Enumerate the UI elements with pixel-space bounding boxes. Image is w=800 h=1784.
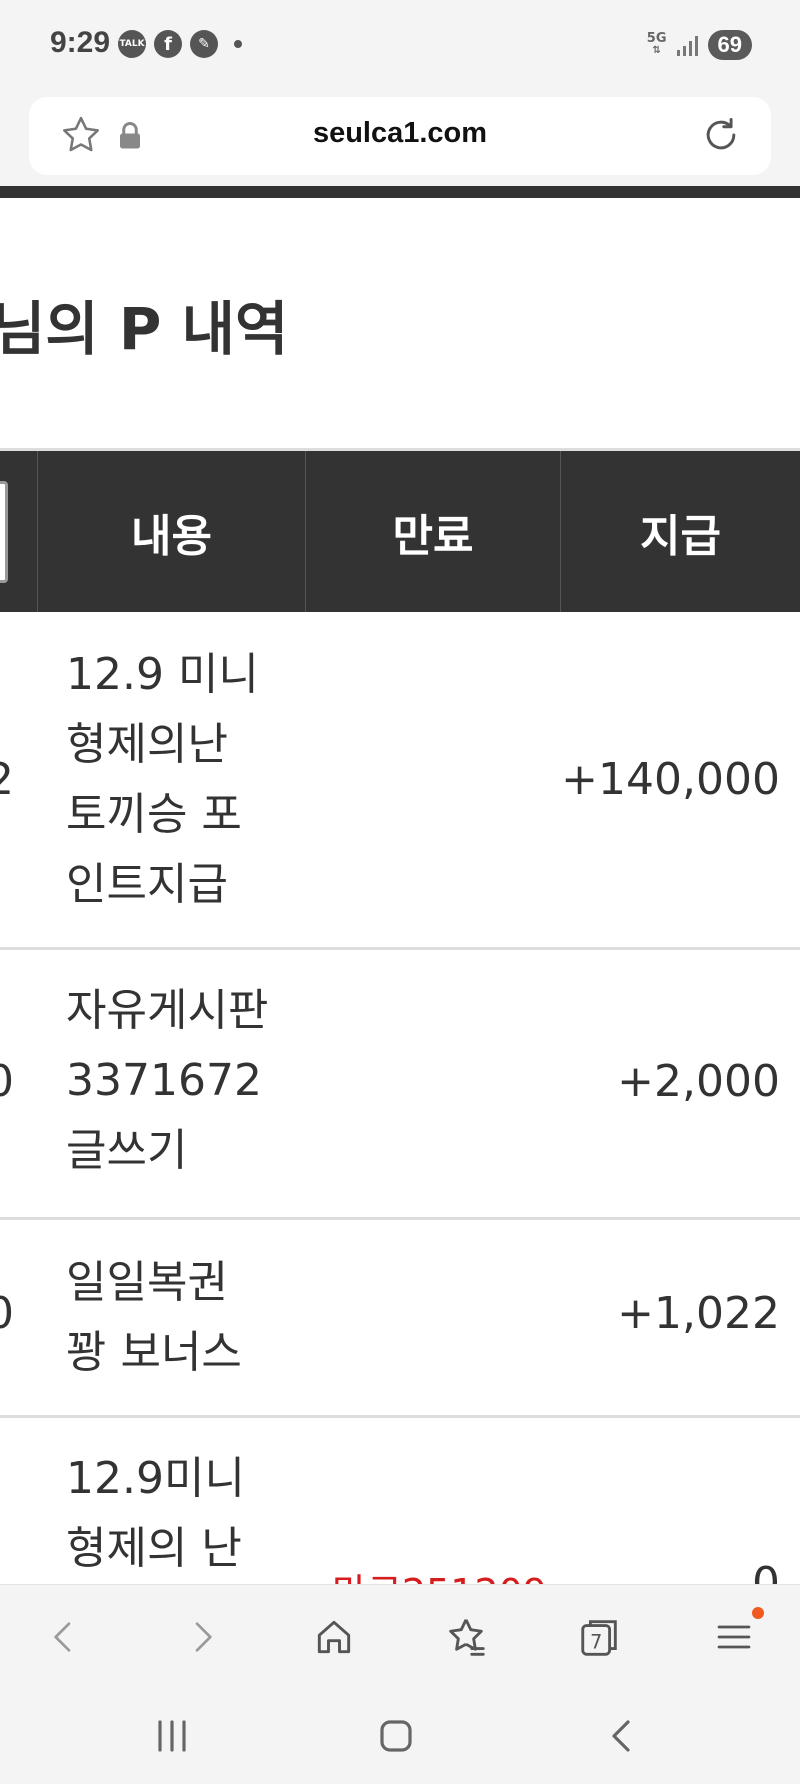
status-right: 5G ⇅ 69 [647,30,752,60]
status-bar: 9:29 TALK f ✎ 5G ⇅ 69 [0,0,800,92]
notification-icons: TALK f ✎ [118,30,242,58]
feather-icon: ✎ [190,30,218,58]
bookmarks-button[interactable] [440,1611,492,1663]
page-top-bar [0,186,800,198]
status-time: 9:29 [50,26,111,59]
more-notifications-dot [234,40,242,48]
row-content: 자유게시판 3371672 글쓰기 [66,985,269,1176]
tab-count: 7 [590,1631,602,1654]
address-bar[interactable]: seulca1.com [29,97,771,175]
system-navigation [0,1688,800,1784]
chevron-right-icon [195,1622,212,1652]
row-amount: +2,000 [617,1056,780,1107]
row-left-partial: 0 [0,1056,14,1107]
table-header: 내용 만료 지급 [0,448,800,612]
system-back-icon[interactable] [598,1712,646,1760]
reload-icon[interactable] [699,113,743,157]
bookmarks-star-icon [449,1619,485,1656]
url-text[interactable]: seulca1.com [29,117,771,150]
recent-apps-icon[interactable] [148,1712,196,1760]
row-expire: 만료251209 [332,1562,547,1584]
facebook-icon: f [154,30,182,58]
row-amount: +140,000 [561,754,780,805]
row-amount: +1,022 [617,1288,780,1339]
menu-icon [717,1625,751,1649]
row-amount: 0 [752,1558,780,1584]
tabs-button[interactable]: 7 [574,1611,626,1663]
forward-button[interactable] [176,1611,228,1663]
table-row: 0 자유게시판 3371672 글쓰기 +2,000 [0,950,800,1220]
home-button[interactable] [308,1611,360,1663]
home-icon [317,1620,351,1654]
browser-toolbar: 7 [0,1584,800,1688]
row-content: 일일복권 꽝 보너스 [66,1257,242,1378]
chevron-left-icon [54,1622,71,1652]
tabs-icon: 7 [581,1620,617,1656]
web-page: 님의 P 내역 내용 만료 지급 2 12.9 미니 형제의난 토끼승 포 인트… [0,186,800,1584]
table-row: 0 일일복권 꽝 보너스 +1,022 [0,1220,800,1418]
table-row: 2 12.9 미니 형제의난 토끼승 포 인트지급 +140,000 [0,612,800,950]
row-content: 12.9 미니 형제의난 토끼승 포 인트지급 [66,649,259,910]
column-header-amount: 지급 [560,451,800,612]
column-header-expire: 만료 [305,451,560,612]
column-header-content: 내용 [37,451,305,612]
notification-badge [752,1607,764,1619]
battery-indicator: 69 [707,30,752,60]
menu-button[interactable] [708,1607,764,1663]
header-checkbox[interactable] [0,481,8,583]
back-button[interactable] [38,1611,90,1663]
row-left-partial: 2 [0,754,14,805]
row-left-partial: 0 [0,1288,14,1339]
talk-icon: TALK [118,30,146,58]
row-content: 12.9미니 형제의 난 [66,1453,245,1574]
table-row: 12.9미니 형제의 난 만료251209 0 [0,1418,800,1584]
signal-icon [676,34,698,56]
page-title: 님의 P 내역 [0,295,289,363]
network-5g-icon: 5G ⇅ [646,31,667,56]
home-square-icon[interactable] [372,1712,420,1760]
